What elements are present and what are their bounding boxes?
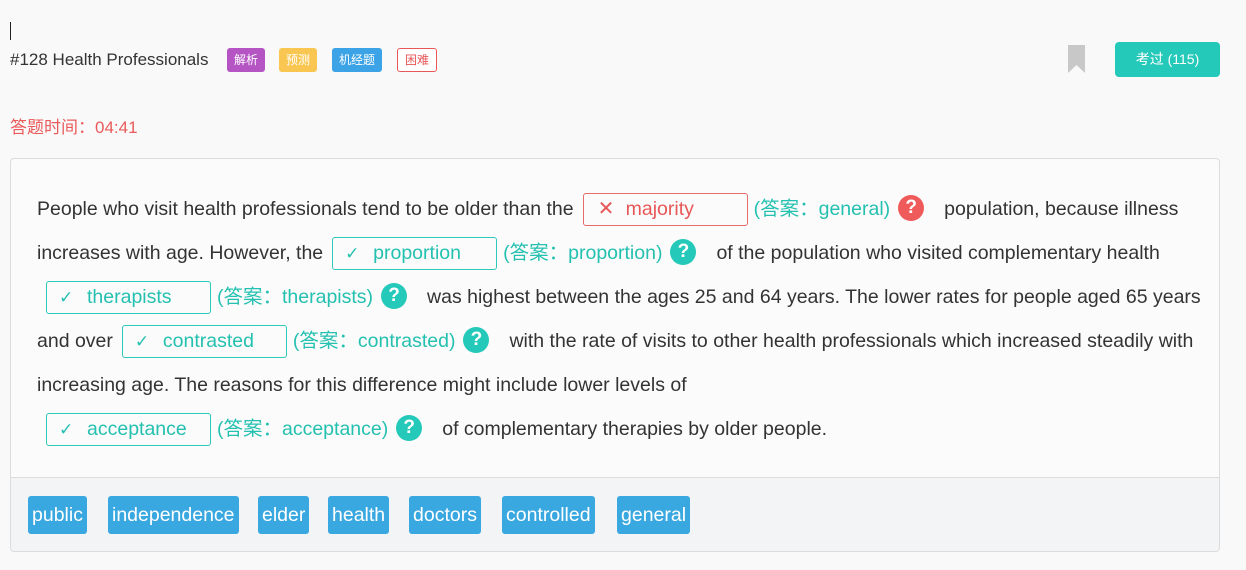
question-circle-icon[interactable]: ? — [898, 195, 925, 221]
passage-text: of the population who visited complement… — [716, 242, 1160, 264]
question-circle-icon[interactable]: ? — [670, 239, 697, 265]
word-chip-doctors[interactable]: doctors — [409, 496, 481, 534]
passage: People who visit health professionals te… — [37, 187, 1201, 451]
blank-5-value: acceptance — [87, 418, 187, 441]
check-icon: ✓ — [134, 332, 150, 352]
check-icon: ✓ — [345, 244, 360, 264]
word-chip-health[interactable]: health — [328, 496, 390, 534]
question-circle-icon[interactable]: ? — [396, 415, 423, 441]
passed-count-button[interactable]: 考过 (115) — [1115, 42, 1220, 77]
tag-difficulty[interactable]: 困难 — [397, 48, 438, 72]
bookmark-icon[interactable] — [1068, 45, 1085, 73]
blank-4-answer: (答案：contrasted) — [292, 330, 456, 352]
blank-2-value: proportion — [373, 242, 461, 265]
blank-3-value: therapists — [87, 286, 172, 309]
question-header: #128 Health Professionals 解析 预测 机经题 困难 考… — [10, 42, 1220, 78]
blank-1[interactable]: ✕ majority — [582, 193, 748, 227]
question-card: People who visit health professionals te… — [10, 158, 1220, 552]
blank-1-value: majority — [625, 198, 694, 221]
passage-text: of complementary therapies by older peop… — [442, 418, 828, 440]
word-bank: public independence elder health doctors… — [11, 477, 1219, 551]
check-icon: ✓ — [59, 288, 74, 308]
word-chip-general[interactable]: general — [617, 496, 691, 534]
text-cursor — [10, 22, 11, 40]
blank-5[interactable]: ✓ acceptance — [46, 413, 211, 447]
tag-analysis[interactable]: 解析 — [227, 48, 266, 72]
blank-4[interactable]: ✓ contrasted — [121, 325, 287, 359]
cross-icon: ✕ — [597, 198, 615, 221]
blank-3-answer: (答案：therapists) — [217, 286, 374, 308]
blank-5-answer: (答案：acceptance) — [217, 418, 389, 440]
blank-1-answer: (答案：general) — [753, 198, 891, 220]
word-chip-public[interactable]: public — [28, 496, 87, 534]
question-title: #128 Health Professionals — [10, 50, 209, 69]
tag-prediction[interactable]: 预测 — [279, 48, 318, 72]
answer-timer: 答题时间：04:41 — [10, 118, 138, 137]
blank-2-answer: (答案：proportion) — [503, 242, 663, 264]
blank-2[interactable]: ✓ proportion — [332, 237, 498, 271]
tag-recalled-question[interactable]: 机经题 — [332, 48, 383, 72]
blank-4-value: contrasted — [162, 330, 254, 353]
word-chip-elder[interactable]: elder — [258, 496, 310, 534]
word-chip-controlled[interactable]: controlled — [502, 496, 595, 534]
blank-3[interactable]: ✓ therapists — [46, 281, 211, 315]
question-circle-icon[interactable]: ? — [381, 283, 408, 309]
check-icon: ✓ — [59, 420, 74, 440]
passage-text: People who visit health professionals te… — [37, 198, 574, 220]
word-chip-independence[interactable]: independence — [108, 496, 239, 534]
question-circle-icon[interactable]: ? — [463, 327, 490, 353]
